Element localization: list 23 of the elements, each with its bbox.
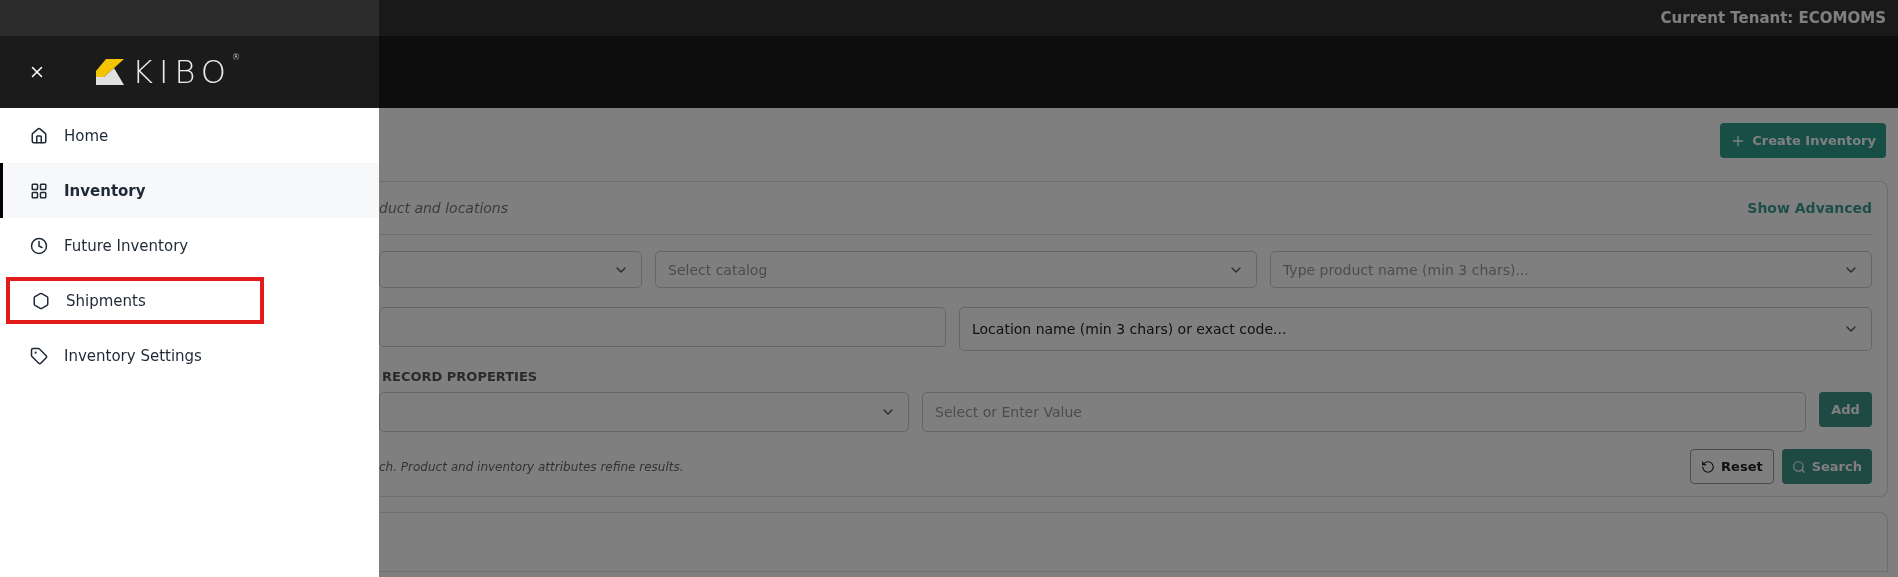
section-label: RECORD PROPERTIES bbox=[381, 369, 539, 384]
search-icon bbox=[1791, 459, 1806, 474]
logo-icon bbox=[96, 59, 126, 85]
nav-item[interactable]: Home bbox=[0, 108, 379, 163]
hint-text: ch. Product and inventory attributes refine results. bbox=[379, 459, 684, 474]
dropdown-field[interactable] bbox=[379, 251, 642, 288]
logo-text: KIBO$^{®}$ bbox=[132, 53, 240, 91]
tenant-label: Current Tenant: ECOMOMS bbox=[1660, 9, 1886, 27]
hexagon-icon bbox=[32, 291, 50, 310]
dropdown-field[interactable]: Location name (min 3 chars) or exact code... bbox=[959, 307, 1872, 351]
home-icon bbox=[30, 126, 48, 145]
nav-item[interactable]: Shipments bbox=[2, 273, 268, 328]
nav-item[interactable]: Inventory Settings bbox=[0, 328, 379, 383]
grid-icon bbox=[30, 181, 48, 200]
tag-icon bbox=[30, 346, 48, 365]
nav-item[interactable]: Future Inventory bbox=[0, 218, 379, 273]
reset-icon bbox=[1701, 459, 1716, 474]
dropdown-field[interactable] bbox=[379, 392, 909, 432]
nav-item[interactable]: Inventory bbox=[0, 163, 379, 218]
reset-button[interactable]: Reset bbox=[1690, 449, 1774, 484]
input-field[interactable] bbox=[379, 307, 946, 347]
card-subtitle: duct and locations bbox=[379, 200, 509, 216]
clock-icon bbox=[30, 236, 48, 255]
